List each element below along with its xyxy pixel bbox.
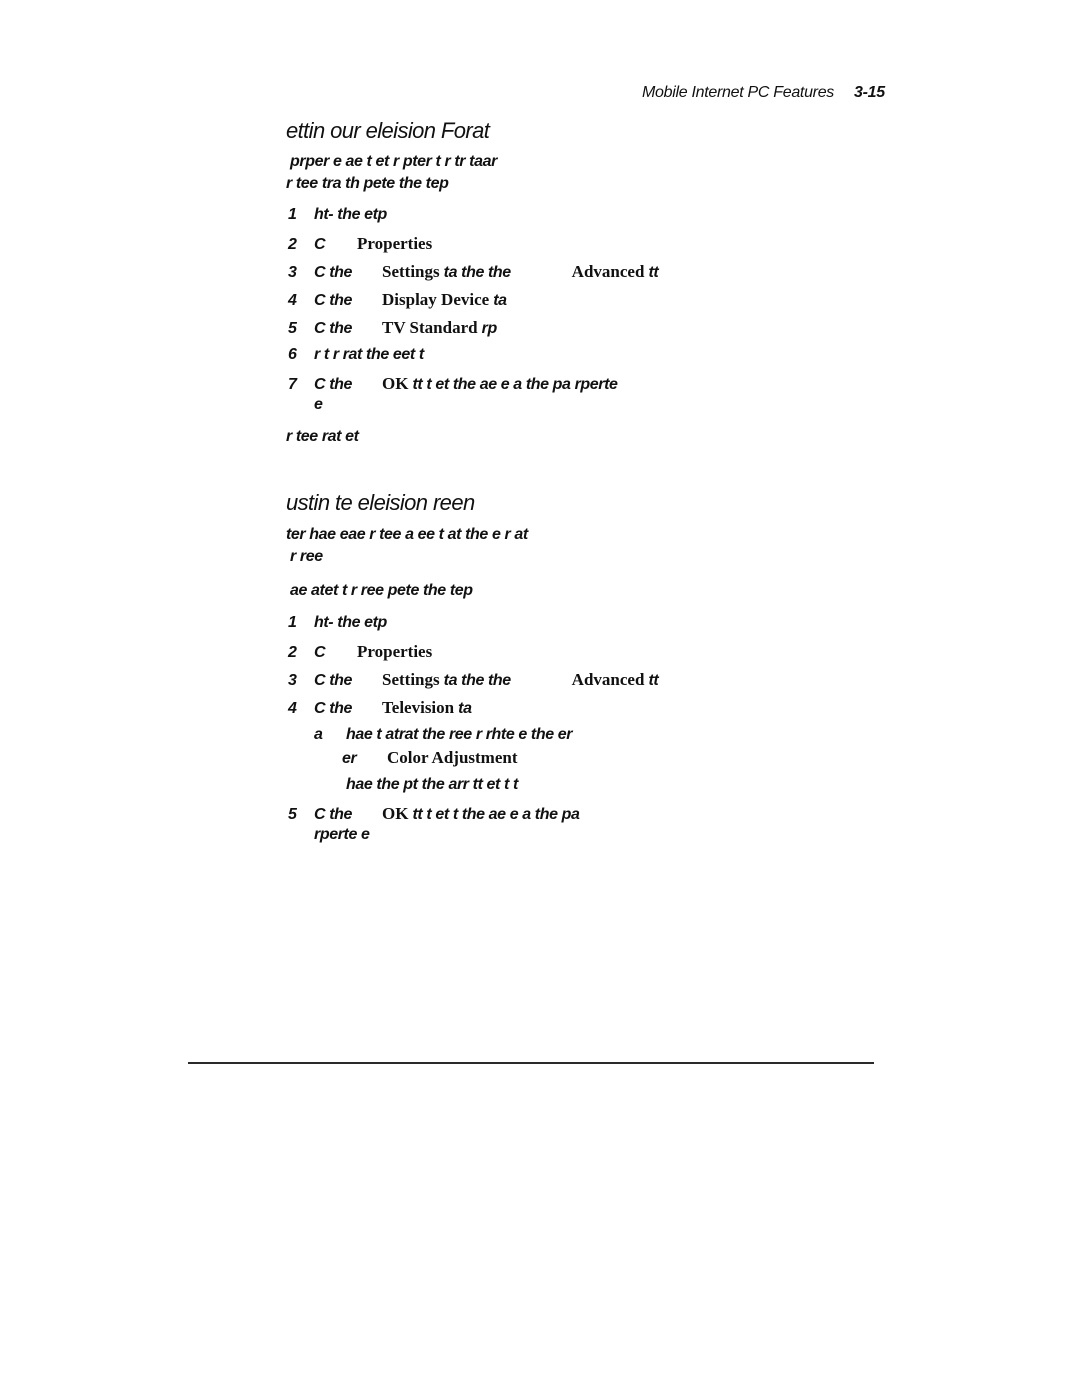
ui-term-settings: Settings — [382, 670, 440, 689]
section2-intro-line2: r ree — [290, 548, 323, 565]
step-number: 2 — [288, 644, 297, 661]
page-footer-rule — [188, 1062, 874, 1064]
ui-term-advanced: Advanced — [571, 262, 645, 281]
ui-term-television: Television — [382, 698, 455, 717]
step-text: C the — [314, 806, 353, 823]
step-number: 4 — [288, 292, 297, 309]
ui-term-ok: OK — [382, 374, 409, 393]
section1-step-4: 4 C the Display Device ta — [288, 290, 507, 310]
section1-step-5: 5 C the TV Standard rp — [288, 318, 497, 338]
step-text: C the — [314, 376, 353, 393]
ui-term-properties: Properties — [357, 642, 433, 661]
step-text: r t r rat the eet t — [314, 346, 424, 363]
step-text: ht- the etp — [314, 206, 387, 223]
step-text: rp — [481, 320, 498, 337]
ui-term-properties: Properties — [357, 234, 433, 253]
step-number: 6 — [288, 346, 297, 363]
step-text: C the — [314, 700, 353, 717]
section2-step-3: 3 C the Settings ta the the Advanced tt — [288, 670, 659, 690]
step-text: C the — [314, 292, 353, 309]
ui-term-advanced: Advanced — [571, 670, 645, 689]
ui-term-settings: Settings — [382, 262, 440, 281]
section-heading-tv-screen: ustin te eleision reen — [286, 490, 475, 515]
section1-step-7: 7 C the OK tt t et the ae e a the pa rpert… — [288, 374, 618, 394]
section2-step-5-continued: rperte e — [314, 826, 370, 843]
step-number: 7 — [288, 376, 297, 393]
step-number: 3 — [288, 264, 297, 281]
section2-intro2: ae atet t r ree pete the tep — [290, 582, 473, 599]
running-head-title: Mobile Internet PC Features — [642, 84, 834, 101]
section2-substep-note: hae the pt the arr tt et t t — [346, 776, 518, 793]
step-number: 5 — [288, 320, 297, 337]
step-text: C — [314, 644, 326, 661]
substep-label: a — [314, 726, 323, 743]
ui-term-tv-standard: TV Standard — [382, 318, 478, 337]
step-text: ta — [493, 292, 507, 309]
step-text: C the — [314, 320, 353, 337]
section-heading-tv-format: ettin our eleision Forat — [286, 118, 490, 143]
ui-term-ok: OK — [382, 804, 409, 823]
step-number: 5 — [288, 806, 297, 823]
step-number: 1 — [288, 614, 297, 631]
ui-term-display-device: Display Device — [382, 290, 490, 309]
step-text: tt t et the ae e a the pa rperte — [412, 376, 618, 393]
substep-text: er — [342, 750, 357, 767]
section2-substep-a-line2: er Color Adjustment — [342, 748, 518, 768]
section1-step-2: 2 C Properties — [288, 234, 432, 254]
section1-step-6: 6 r t r rat the eet t — [288, 346, 424, 364]
step-number: 3 — [288, 672, 297, 689]
step-text: tt — [648, 672, 659, 689]
step-number: 4 — [288, 700, 297, 717]
section1-footnote: r tee rat et — [286, 428, 359, 445]
section2-substep-a: a hae t atrat the ree r rhte e the er — [314, 726, 572, 744]
step-text: ta the the — [443, 264, 512, 281]
section1-intro-line1: prper e ae t et r pter t r tr taar — [290, 153, 497, 170]
running-head: Mobile Internet PC Features 3-15 — [642, 84, 885, 102]
page-number: 3-15 — [854, 84, 885, 101]
step-text: ta — [458, 700, 472, 717]
step-text: ht- the etp — [314, 614, 387, 631]
section2-step-5: 5 C the OK tt t et t the ae e a the pa — [288, 804, 580, 824]
step-number: 1 — [288, 206, 297, 223]
section2-intro-line1: ter hae eae r tee a ee t at the e r at — [286, 526, 528, 543]
section1-step-1: 1 ht- the etp — [288, 206, 387, 224]
section1-step-7-continued: e — [314, 396, 323, 413]
substep-text: hae t atrat the ree r rhte e the er — [346, 726, 573, 743]
step-number: 2 — [288, 236, 297, 253]
ui-term-color-adjustment: Color Adjustment — [387, 748, 518, 767]
step-text: tt — [648, 264, 659, 281]
step-text: C the — [314, 672, 353, 689]
step-text: C the — [314, 264, 353, 281]
section1-step-3: 3 C the Settings ta the the Advanced tt — [288, 262, 659, 282]
step-text: ta the the — [443, 672, 512, 689]
section2-step-2: 2 C Properties — [288, 642, 432, 662]
section2-step-1: 1 ht- the etp — [288, 614, 387, 632]
step-text: C — [314, 236, 326, 253]
step-text: tt t et t the ae e a the pa — [412, 806, 580, 823]
section2-step-4: 4 C the Television ta — [288, 698, 472, 718]
section1-intro-line2: r tee tra th pete the tep — [286, 175, 449, 192]
